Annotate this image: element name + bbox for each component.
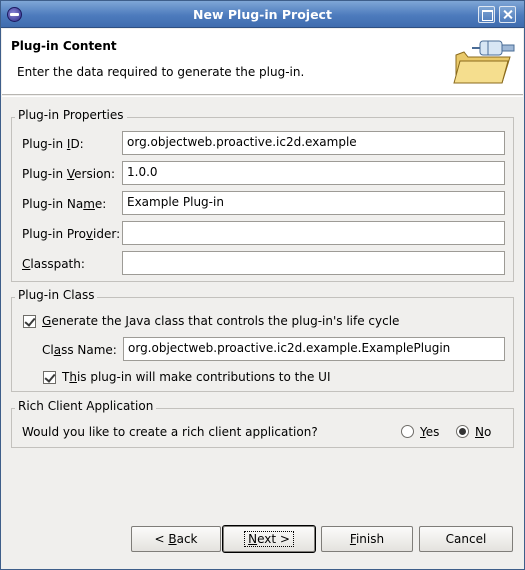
new-plugin-project-dialog: New Plug-in Project Plug-in Content Ente…: [0, 0, 525, 570]
page-description: Enter the data required to generate the …: [17, 65, 305, 79]
no-label[interactable]: No: [475, 425, 491, 439]
classpath-field[interactable]: [122, 251, 505, 275]
plugin-properties-title: Plug-in Properties: [15, 108, 127, 122]
plugin-name-label: Plug-in Name:: [22, 197, 107, 211]
generate-class-checkbox[interactable]: [23, 315, 36, 328]
window-title: New Plug-in Project: [193, 7, 332, 22]
plugin-provider-field[interactable]: [122, 221, 505, 245]
rich-client-title: Rich Client Application: [15, 399, 157, 413]
cancel-button[interactable]: Cancel: [419, 526, 513, 552]
next-button[interactable]: Next >: [222, 525, 316, 553]
yes-label[interactable]: Yes: [420, 425, 439, 439]
no-radio[interactable]: [456, 425, 469, 438]
plugin-provider-label: Plug-in Provider:: [22, 227, 121, 241]
plugin-name-field[interactable]: Example Plug-in: [122, 191, 505, 215]
plugin-id-label: Plug-in ID:: [22, 137, 84, 151]
wizard-header: Plug-in Content Enter the data required …: [2, 29, 523, 95]
plugin-folder-icon: [453, 40, 515, 84]
class-name-field[interactable]: org.objectweb.proactive.ic2d.example.Exa…: [123, 337, 505, 361]
class-name-label: Class Name:: [42, 343, 117, 357]
classpath-label: Classpath:: [22, 257, 85, 271]
rich-client-question: Would you like to create a rich client a…: [22, 425, 318, 439]
maximize-button[interactable]: [478, 6, 495, 23]
page-title: Plug-in Content: [11, 39, 117, 53]
ui-contributions-label[interactable]: This plug-in will make contributions to …: [62, 370, 331, 384]
yes-radio[interactable]: [401, 425, 414, 438]
plugin-id-field[interactable]: org.objectweb.proactive.ic2d.example: [122, 131, 505, 155]
generate-class-label[interactable]: Generate the Java class that controls th…: [42, 314, 399, 328]
title-bar[interactable]: New Plug-in Project: [1, 1, 524, 28]
plugin-version-label: Plug-in Version:: [22, 167, 116, 181]
ui-contributions-checkbox[interactable]: [43, 371, 56, 384]
plugin-version-field[interactable]: 1.0.0: [122, 161, 505, 185]
header-separator: [2, 96, 523, 97]
close-button[interactable]: [499, 6, 516, 23]
back-button[interactable]: < Back: [131, 526, 221, 552]
finish-button[interactable]: Finish: [321, 526, 413, 552]
plugin-class-title: Plug-in Class: [15, 288, 98, 302]
